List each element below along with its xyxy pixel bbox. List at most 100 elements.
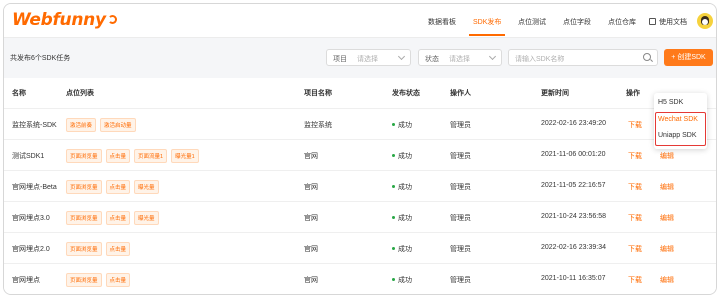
download-link[interactable]: 下载: [628, 120, 642, 130]
point-tags: 页面浏览量 点击量: [66, 273, 131, 287]
row-updated: 2021-11-05 22:16:57: [541, 182, 606, 189]
search-icon[interactable]: [643, 53, 651, 61]
row-updated: 2021-10-24 23:56:58: [541, 213, 606, 220]
header-status: 发布状态: [392, 90, 420, 97]
row-status-text: 成功: [398, 215, 412, 222]
project-select[interactable]: 项目 请选择: [326, 49, 411, 66]
header-name: 名称: [12, 90, 26, 97]
nav-point-fields[interactable]: 点位字段: [563, 17, 591, 27]
row-project: 官网: [304, 153, 318, 160]
table-row: 测试SDK1 页面浏览量 点击量 页面流量1 曝光量1 官网 成功 管理员 2021-11-06…: [4, 139, 716, 170]
download-dropdown-menu: H5 SDK Wechat SDK Uniapp SDK: [654, 93, 707, 149]
header-updated: 更新时间: [541, 90, 569, 97]
row-status-text: 成功: [398, 277, 412, 284]
project-select-placeholder: 请选择: [357, 56, 378, 63]
app-window: Webfunny 数据看板 SDK发布 点位测试 点位字段 点位仓库 使用文档 …: [3, 3, 717, 295]
row-operator: 管理员: [450, 122, 471, 129]
row-project: 官网: [304, 184, 318, 191]
edit-link[interactable]: 编辑: [660, 182, 674, 192]
document-icon: [649, 18, 656, 25]
logo-mark-icon: [107, 15, 117, 24]
filter-toolbar: 共发布6个SDK任务 项目 请选择 状态 请选择 请输入SDK名称 + 创建SD…: [4, 44, 716, 72]
row-updated: 2021-11-06 00:01:20: [541, 151, 606, 158]
download-link[interactable]: 下载: [628, 275, 642, 285]
row-status: 成功: [392, 182, 412, 192]
highlight-box: [655, 112, 706, 146]
point-tags: 页面浏览量 点击量 页面流量1 曝光量1: [66, 149, 199, 163]
row-operator: 管理员: [450, 246, 471, 253]
row-project: 官网: [304, 277, 318, 284]
row-name: 测试SDK1: [12, 153, 45, 160]
total-count-text: 共发布6个SDK任务: [10, 55, 71, 62]
row-name: 官网埋点: [12, 277, 40, 284]
status-select-placeholder: 请选择: [449, 56, 470, 63]
chevron-down-icon: [488, 52, 497, 61]
edit-link[interactable]: 编辑: [660, 213, 674, 223]
point-tag: 激活前奏: [66, 118, 97, 132]
point-tag: 曝光量1: [171, 149, 199, 163]
download-link[interactable]: 下载: [628, 151, 642, 161]
row-status-text: 成功: [398, 246, 412, 253]
success-dot-icon: [392, 123, 395, 126]
create-sdk-button[interactable]: + 创建SDK: [664, 49, 713, 66]
status-select-label: 状态: [425, 56, 439, 63]
chevron-down-icon: [397, 52, 406, 61]
download-link[interactable]: 下载: [628, 213, 642, 223]
table-row: 官网埋点-Beta 页面浏览量 点击量 曝光量 官网 成功 管理员 2021-11-05 22…: [4, 170, 716, 201]
row-name: 监控系统-SDK: [12, 122, 57, 129]
row-project: 监控系统: [304, 122, 332, 129]
top-navigation-bar: Webfunny 数据看板 SDK发布 点位测试 点位字段 点位仓库 使用文档: [4, 4, 716, 38]
row-project: 官网: [304, 246, 318, 253]
download-link[interactable]: 下载: [628, 244, 642, 254]
point-tag: 页面浏览量: [66, 149, 102, 163]
point-tag: 页面浏览量: [66, 180, 102, 194]
row-updated: 2022-02-16 23:39:34: [541, 244, 606, 251]
row-name: 官网埋点3.0: [12, 215, 50, 222]
point-tag: 页面浏览量: [66, 211, 102, 225]
avatar[interactable]: [697, 13, 713, 29]
header-points: 点位列表: [66, 90, 94, 97]
edit-link[interactable]: 编辑: [660, 275, 674, 285]
project-select-label: 项目: [333, 56, 347, 63]
nav-sdk-publish[interactable]: SDK发布: [473, 17, 501, 27]
row-name: 官网埋点-Beta: [12, 184, 57, 191]
success-dot-icon: [392, 216, 395, 219]
point-tag: 点击量: [105, 242, 131, 256]
row-status-text: 成功: [398, 122, 412, 129]
point-tag: 曝光量: [134, 180, 159, 194]
row-operator: 管理员: [450, 277, 471, 284]
table-row: 官网埋点3.0 页面浏览量 点击量 曝光量 官网 成功 管理员 2021-10-24 23:5…: [4, 201, 716, 232]
success-dot-icon: [392, 185, 395, 188]
row-status: 成功: [392, 275, 412, 285]
search-placeholder: 请输入SDK名称: [515, 56, 565, 63]
nav-point-test[interactable]: 点位测试: [518, 17, 546, 27]
point-tag: 页面浏览量: [66, 242, 102, 256]
row-status-text: 成功: [398, 184, 412, 191]
row-updated: 2022-02-16 23:49:20: [541, 120, 606, 127]
nav-dashboard[interactable]: 数据看板: [428, 17, 456, 27]
nav-point-warehouse[interactable]: 点位仓库: [608, 17, 636, 27]
edit-link[interactable]: 编辑: [660, 244, 674, 254]
row-status: 成功: [392, 151, 412, 161]
sdk-table: 名称 点位列表 项目名称 发布状态 操作人 更新时间 操作 监控系统-SDK 激活…: [4, 78, 716, 294]
status-select[interactable]: 状态 请选择: [418, 49, 502, 66]
row-status: 成功: [392, 244, 412, 254]
nav-docs[interactable]: 使用文档: [649, 17, 687, 27]
point-tag: 激活启动量: [100, 118, 136, 132]
success-dot-icon: [392, 247, 395, 250]
edit-link[interactable]: 编辑: [660, 151, 674, 161]
table-row: 监控系统-SDK 激活前奏 激活启动量 监控系统 成功 管理员 2022-02-16 23:…: [4, 108, 716, 139]
point-tags: 页面浏览量 点击量 曝光量: [66, 180, 159, 194]
point-tags: 页面浏览量 点击量: [66, 242, 131, 256]
download-link[interactable]: 下载: [628, 182, 642, 192]
sdk-search-input[interactable]: 请输入SDK名称: [508, 49, 658, 66]
point-tag: 点击量: [105, 149, 131, 163]
point-tag: 点击量: [105, 180, 131, 194]
row-operator: 管理员: [450, 153, 471, 160]
point-tags: 激活前奏 激活启动量: [66, 118, 136, 132]
menu-item-h5-sdk[interactable]: H5 SDK: [658, 99, 683, 106]
point-tag: 点击量: [105, 273, 131, 287]
logo[interactable]: Webfunny: [12, 10, 117, 30]
row-status: 成功: [392, 120, 412, 130]
logo-text: Webfunny: [12, 10, 106, 30]
